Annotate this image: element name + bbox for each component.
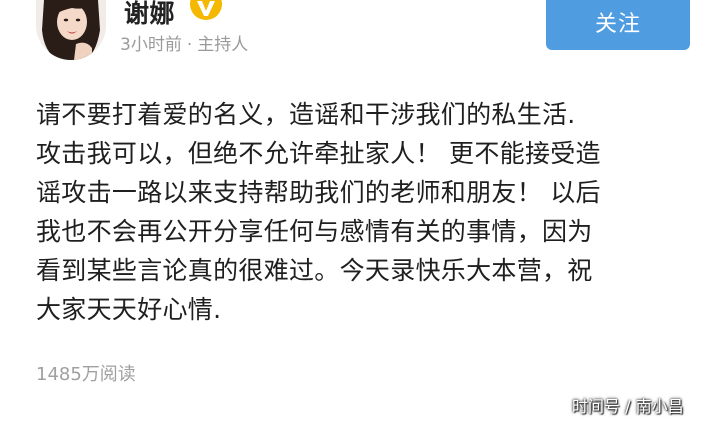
content-line: 看到某些言论真的很难过。今天录快乐大本营，祝 — [36, 256, 593, 285]
post-source: 主持人 — [197, 35, 249, 55]
content-line: 我也不会再公开分享任何与感情有关的事情，因为 — [36, 217, 593, 246]
post-meta: 3小时前 · 主持人 — [120, 34, 248, 56]
verified-v-badge-icon — [190, 0, 222, 20]
author-name[interactable]: 谢娜 — [124, 0, 175, 28]
watermark: 时间号 / 南小昌 — [572, 397, 684, 416]
user-avatar-photo-icon — [36, 0, 106, 60]
follow-button[interactable]: 关注 — [546, 0, 690, 50]
content-line: 攻击我可以，但绝不允许牵扯家人！ 更不能接受造 — [36, 139, 601, 168]
meta-separator: · — [186, 35, 193, 55]
read-count: 1485万阅读 — [36, 364, 136, 385]
content-line: 谣攻击一路以来支持帮助我们的老师和朋友！ 以后 — [36, 178, 601, 207]
verified-badge — [188, 0, 224, 22]
post-time: 3小时前 — [120, 35, 182, 55]
weibo-post: 谢娜 3小时前 · 主持人 关注 请不要打着爱的名义，造谣和干涉我们的私生活. 攻击… — [0, 0, 720, 424]
post-content: 请不要打着爱的名义，造谣和干涉我们的私生活. 攻击我可以，但绝不允许牵扯家人！ … — [36, 95, 696, 329]
content-line: 请不要打着爱的名义，造谣和干涉我们的私生活. — [36, 100, 576, 129]
content-line: 大家天天好心情. — [36, 295, 222, 324]
avatar[interactable] — [36, 0, 106, 60]
